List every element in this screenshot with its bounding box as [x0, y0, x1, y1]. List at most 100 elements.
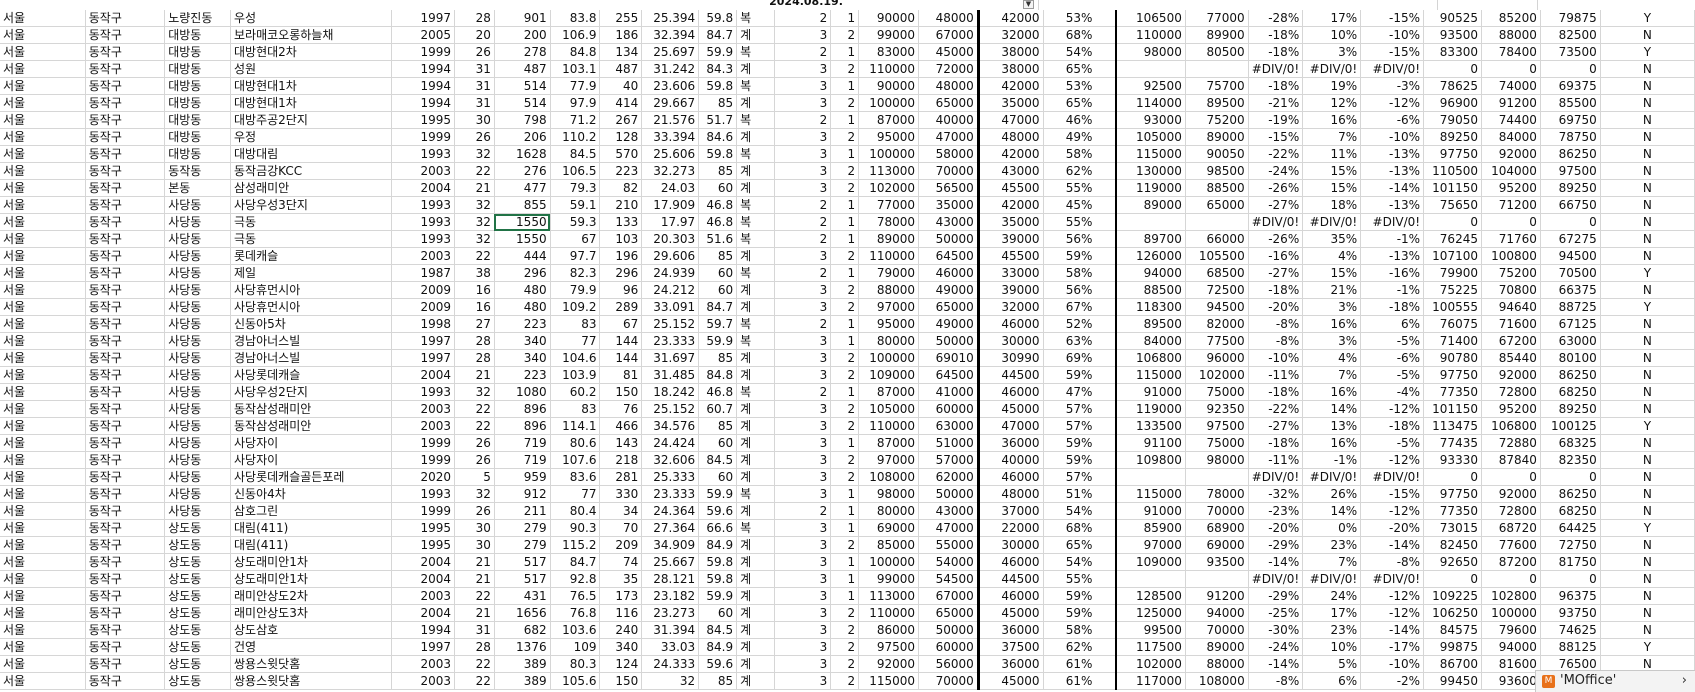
- cell-price-low[interactable]: 50000: [918, 621, 979, 639]
- cell-rooms[interactable]: 3: [774, 145, 832, 163]
- cell-rebound-rate[interactable]: 12%: [1302, 94, 1362, 112]
- cell-price-low[interactable]: 58000: [918, 145, 979, 163]
- cell-est-2[interactable]: 68720: [1481, 519, 1541, 537]
- cell-change-rate[interactable]: -4%: [1360, 383, 1425, 401]
- cell-age[interactable]: 20: [454, 26, 495, 44]
- cell-recent-high[interactable]: 119000: [1114, 179, 1186, 197]
- cell-type[interactable]: 복: [736, 230, 775, 248]
- cell-households[interactable]: 206: [494, 128, 551, 146]
- cell-rebound-rate[interactable]: 15%: [1302, 162, 1362, 180]
- cell-type[interactable]: 계: [736, 655, 775, 673]
- cell-price-low[interactable]: 47000: [918, 519, 979, 537]
- cell-est-1[interactable]: 97750: [1423, 145, 1482, 163]
- cell-baths[interactable]: 1: [830, 553, 860, 571]
- cell-drop-rate[interactable]: -15%: [1248, 128, 1304, 146]
- cell-pyeong[interactable]: 32.606: [641, 451, 700, 469]
- cell-pyeong[interactable]: 33.091: [641, 298, 700, 316]
- cell-city[interactable]: 서울: [0, 196, 86, 214]
- cell-est-1[interactable]: 93500: [1423, 26, 1482, 44]
- cell-rebound-rate[interactable]: 21%: [1302, 281, 1362, 299]
- cell-recent-high[interactable]: 91000: [1114, 502, 1186, 520]
- cell-rooms[interactable]: 3: [774, 451, 832, 469]
- cell-area[interactable]: 77: [550, 485, 601, 503]
- cell-flag[interactable]: N: [1600, 485, 1695, 503]
- cell-recent-low[interactable]: 97500: [1185, 417, 1249, 435]
- cell-year[interactable]: 1999: [391, 502, 456, 520]
- cell-area-m2[interactable]: 51.6: [698, 230, 738, 248]
- cell-area[interactable]: 92.8: [550, 570, 601, 588]
- cell-flag[interactable]: Y: [1600, 298, 1695, 316]
- cell-area-m2[interactable]: 60.7: [698, 400, 738, 418]
- cell-pyeong[interactable]: 23.333: [641, 485, 700, 503]
- cell-recent-low[interactable]: 78000: [1185, 485, 1249, 503]
- cell-gap[interactable]: 44500: [976, 366, 1044, 384]
- cell-est-1[interactable]: 97750: [1423, 366, 1482, 384]
- cell-age[interactable]: 22: [454, 672, 495, 690]
- cell-rooms[interactable]: 2: [774, 383, 832, 401]
- cell-units[interactable]: 289: [599, 298, 643, 316]
- cell-units[interactable]: 196: [599, 247, 643, 265]
- cell-gap[interactable]: 44500: [976, 570, 1044, 588]
- cell-district[interactable]: 동작구: [85, 604, 166, 622]
- cell-recent-low[interactable]: 89000: [1185, 128, 1249, 146]
- cell-rebound-rate[interactable]: 19%: [1302, 77, 1362, 95]
- cell-pyeong[interactable]: 34.576: [641, 417, 700, 435]
- cell-rooms[interactable]: 3: [774, 332, 832, 350]
- cell-drop-rate[interactable]: -27%: [1248, 417, 1304, 435]
- cell-est-3[interactable]: 68250: [1540, 383, 1601, 401]
- cell-gap[interactable]: 42000: [976, 196, 1044, 214]
- cell-price-low[interactable]: 64500: [918, 366, 979, 384]
- cell-area[interactable]: 105.6: [550, 672, 601, 690]
- cell-rooms[interactable]: 2: [774, 213, 832, 231]
- cell-area-m2[interactable]: 59.8: [698, 145, 738, 163]
- cell-flag[interactable]: N: [1600, 570, 1695, 588]
- cell-baths[interactable]: 2: [830, 638, 860, 656]
- cell-district[interactable]: 동작구: [85, 60, 166, 78]
- cell-area-m2[interactable]: 60: [698, 604, 738, 622]
- cell-area-m2[interactable]: 59.8: [698, 570, 738, 588]
- cell-change-rate[interactable]: -1%: [1360, 281, 1425, 299]
- cell-baths[interactable]: 1: [830, 230, 860, 248]
- cell-city[interactable]: 서울: [0, 43, 86, 61]
- cell-rebound-rate[interactable]: 13%: [1302, 417, 1362, 435]
- cell-year[interactable]: 2003: [391, 400, 456, 418]
- cell-age[interactable]: 32: [454, 230, 495, 248]
- cell-est-2[interactable]: 77600: [1481, 536, 1541, 554]
- cell-recent-low[interactable]: 94500: [1185, 298, 1249, 316]
- cell-city[interactable]: 서울: [0, 247, 86, 265]
- cell-flag[interactable]: N: [1600, 468, 1695, 486]
- cell-est-1[interactable]: 107100: [1423, 247, 1482, 265]
- cell-city[interactable]: 서울: [0, 298, 86, 316]
- cell-rooms[interactable]: 3: [774, 128, 832, 146]
- cell-recent-low[interactable]: 68900: [1185, 519, 1249, 537]
- cell-year[interactable]: 1994: [391, 621, 456, 639]
- cell-area[interactable]: 82.3: [550, 264, 601, 282]
- cell-est-2[interactable]: 75200: [1481, 264, 1541, 282]
- cell-gap[interactable]: 47000: [976, 111, 1044, 129]
- cell-ratio[interactable]: 53%: [1043, 10, 1117, 27]
- cell-price-low[interactable]: 65000: [918, 298, 979, 316]
- cell-households[interactable]: 896: [494, 400, 551, 418]
- cell-age[interactable]: 38: [454, 264, 495, 282]
- cell-pyeong[interactable]: 20.303: [641, 230, 700, 248]
- cell-age[interactable]: 22: [454, 655, 495, 673]
- cell-households[interactable]: 855: [494, 196, 551, 214]
- cell-district[interactable]: 동작구: [85, 400, 166, 418]
- cell-recent-low[interactable]: 89000: [1185, 638, 1249, 656]
- cell-apt-name[interactable]: 래미안상도2차: [230, 587, 393, 605]
- cell-pyeong[interactable]: 24.364: [641, 502, 700, 520]
- cell-change-rate[interactable]: -5%: [1360, 434, 1425, 452]
- cell-price-high[interactable]: 86000: [858, 621, 920, 639]
- cell-units[interactable]: 143: [599, 434, 643, 452]
- cell-change-rate[interactable]: -15%: [1360, 485, 1425, 503]
- cell-pyeong[interactable]: 24.333: [641, 655, 700, 673]
- cell-year[interactable]: 2005: [391, 26, 456, 44]
- cell-est-2[interactable]: 74000: [1481, 77, 1541, 95]
- cell-ratio[interactable]: 57%: [1043, 400, 1117, 418]
- cell-district[interactable]: 동작구: [85, 162, 166, 180]
- cell-units[interactable]: 124: [599, 655, 643, 673]
- cell-price-low[interactable]: 48000: [918, 10, 979, 27]
- cell-age[interactable]: 21: [454, 366, 495, 384]
- cell-households[interactable]: 296: [494, 264, 551, 282]
- cell-price-high[interactable]: 69000: [858, 519, 920, 537]
